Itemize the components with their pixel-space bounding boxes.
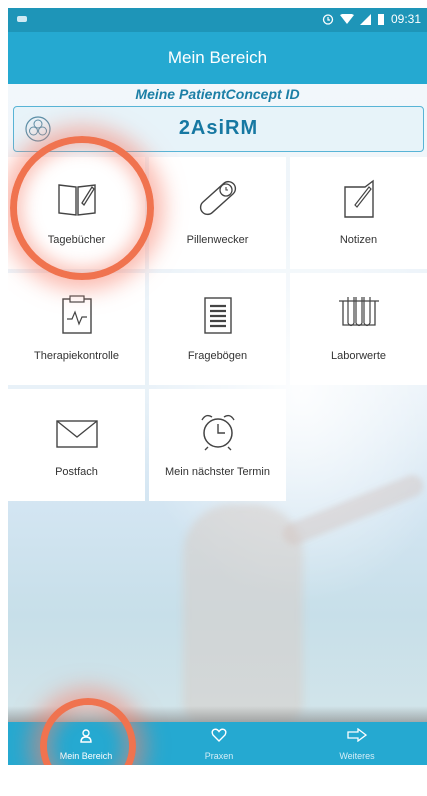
- envelope-icon: [55, 420, 98, 448]
- tile-label: Fragebögen: [187, 350, 248, 362]
- patient-id-box[interactable]: 2AsiRM: [13, 106, 424, 152]
- clipboard-chart-icon: [61, 295, 92, 334]
- nav-label: Praxen: [204, 751, 234, 761]
- tile-label: Pillenwecker: [186, 234, 249, 246]
- pill-clock-icon: [199, 180, 236, 216]
- tile-postfach[interactable]: Postfach: [8, 389, 145, 501]
- heart-icon: [211, 728, 227, 742]
- page-title: Mein Bereich: [167, 48, 268, 67]
- status-bar: 09:31: [8, 8, 427, 32]
- app-bar: Mein Bereich: [8, 32, 427, 84]
- phone-screen: 09:31 Mein Bereich Meine PatientConcept …: [8, 8, 427, 765]
- nav-label: Weiteres: [339, 751, 375, 761]
- alarm-status-icon: [322, 14, 334, 25]
- tile-label: Laborwerte: [330, 350, 387, 362]
- patient-id-label: Meine PatientConcept ID: [135, 86, 300, 102]
- nav-praxen[interactable]: Praxen: [149, 722, 289, 765]
- tile-label: Therapiekontrolle: [34, 350, 119, 362]
- arrow-right-icon: [347, 728, 367, 742]
- nav-label: Mein Bereich: [59, 751, 113, 761]
- tile-notizen[interactable]: Notizen: [290, 157, 427, 269]
- tile-frageboegen[interactable]: Fragebögen: [149, 273, 286, 385]
- nav-weiteres[interactable]: Weiteres: [287, 722, 427, 765]
- patient-id-value: 2AsiRM: [178, 117, 259, 139]
- notification-icon: [16, 13, 28, 27]
- signal-icon: [359, 13, 371, 25]
- tile-pillenwecker[interactable]: Pillenwecker: [149, 157, 286, 269]
- battery-icon: [377, 14, 384, 25]
- notepad-pen-icon: [343, 179, 374, 218]
- alarm-clock-icon: [200, 414, 235, 451]
- book-pen-icon: [57, 184, 96, 216]
- tile-therapiekontrolle[interactable]: Therapiekontrolle: [8, 273, 145, 385]
- tile-tagebuecher[interactable]: Tagebücher: [8, 157, 145, 269]
- tile-label: Tagebücher: [47, 234, 106, 246]
- test-tubes-icon: [338, 297, 379, 327]
- tile-label: Postfach: [55, 466, 98, 478]
- tile-label: Notizen: [339, 234, 378, 246]
- person-icon: [80, 729, 92, 743]
- tile-label: Mein nächster Termin: [165, 466, 270, 478]
- wifi-icon: [339, 13, 354, 24]
- nav-mein-bereich[interactable]: Mein Bereich: [16, 722, 156, 765]
- clock-time: 09:31: [390, 12, 421, 26]
- tile-laborwerte[interactable]: Laborwerte: [290, 273, 427, 385]
- bottom-navigation: Mein Bereich Praxen Weiteres: [8, 706, 427, 765]
- checklist-icon: [203, 297, 232, 334]
- tile-naechster-termin[interactable]: Mein nächster Termin: [149, 389, 286, 501]
